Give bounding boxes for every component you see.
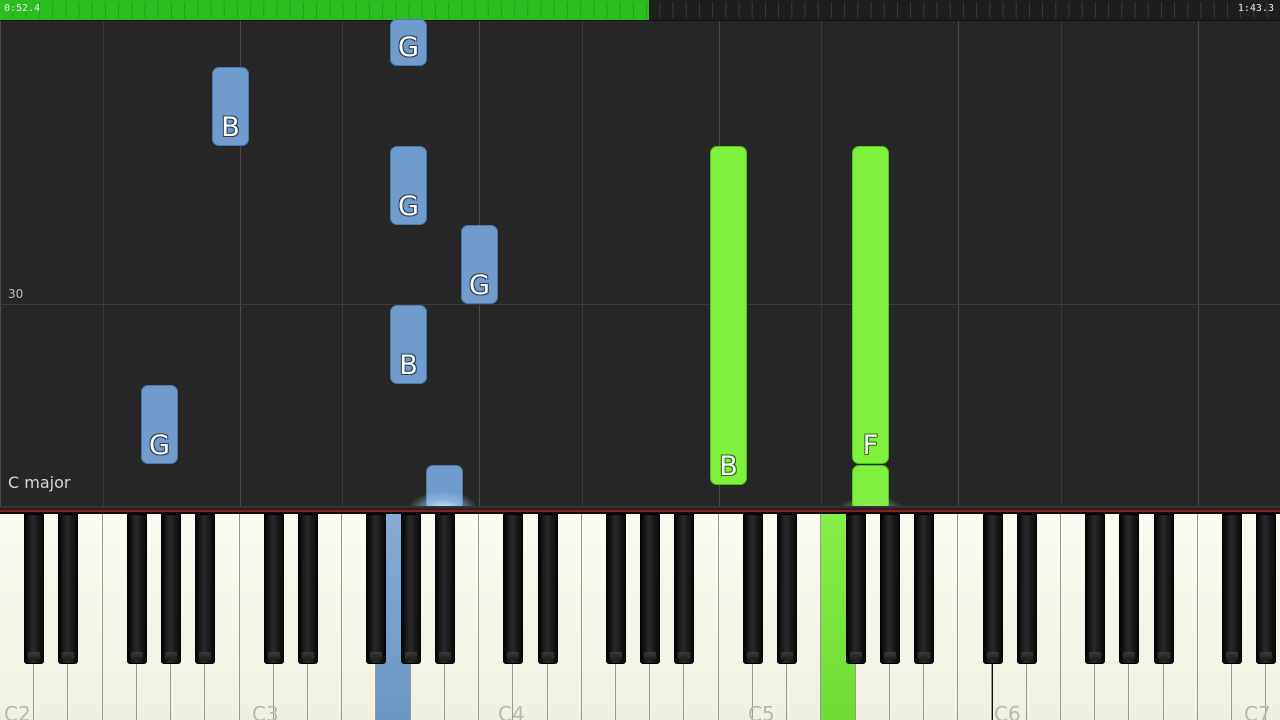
octave-label: C3 [252, 702, 279, 720]
note-label: F [862, 430, 879, 461]
progress-ticks [12, 2, 1268, 18]
black-key-Gsharp2[interactable] [161, 514, 182, 664]
octave-label: C4 [498, 702, 525, 720]
falling-note: B [710, 146, 747, 485]
octave-label: C2 [4, 702, 31, 720]
black-key-Fsharp3[interactable] [366, 514, 387, 664]
black-key-Dsharp4[interactable] [537, 514, 558, 664]
black-key-Fsharp2[interactable] [126, 514, 147, 664]
measure-number: 30 [8, 287, 24, 301]
note-label: B [719, 451, 738, 482]
octave-label: C7 [1244, 702, 1271, 720]
black-key-Dsharp6[interactable] [1016, 514, 1037, 664]
current-time: 0:52.4 [4, 3, 41, 14]
falling-note: G [390, 19, 427, 66]
black-key-Dsharp2[interactable] [58, 514, 79, 664]
black-key-Fsharp4[interactable] [606, 514, 627, 664]
falling-note: B [212, 67, 249, 146]
falling-note: B [390, 305, 427, 384]
gridline [0, 21, 1, 506]
gridline [958, 21, 959, 506]
total-time: 1:43.3 [1237, 3, 1274, 14]
keyboard-top-rail [0, 506, 1280, 512]
black-key-Csharp6[interactable] [982, 514, 1003, 664]
black-key-Dsharp3[interactable] [298, 514, 319, 664]
gridline [821, 21, 822, 506]
falling-note: F [852, 146, 889, 464]
black-key-Dsharp7[interactable] [1256, 514, 1277, 664]
black-key-Asharp4[interactable] [674, 514, 695, 664]
key-signature: C major [8, 473, 71, 492]
black-key-Gsharp5[interactable] [879, 514, 900, 664]
black-key-Csharp2[interactable] [24, 514, 45, 664]
black-key-Dsharp5[interactable] [777, 514, 798, 664]
progress-bar[interactable]: 0:52.4 1:43.3 [0, 0, 1280, 21]
octave-label: C5 [748, 702, 775, 720]
black-key-Csharp5[interactable] [742, 514, 763, 664]
black-key-Asharp3[interactable] [434, 514, 455, 664]
note-label: G [469, 270, 490, 301]
falling-note: G [141, 385, 178, 464]
black-key-Fsharp5[interactable] [845, 514, 866, 664]
black-key-Gsharp4[interactable] [640, 514, 661, 664]
note-label: B [221, 112, 240, 143]
gridline [1061, 21, 1062, 506]
black-key-Csharp4[interactable] [503, 514, 524, 664]
measure-line [0, 304, 1280, 305]
note-label: B [399, 350, 418, 381]
note-label: G [398, 191, 419, 222]
gridline [1198, 21, 1199, 506]
black-key-Gsharp3[interactable] [400, 514, 421, 664]
falling-note: G [390, 146, 427, 225]
note-label: G [149, 430, 170, 461]
black-key-Fsharp6[interactable] [1085, 514, 1106, 664]
black-key-Asharp5[interactable] [914, 514, 935, 664]
black-key-Asharp6[interactable] [1153, 514, 1174, 664]
gridline [582, 21, 583, 506]
synthesia-player: 0:52.4 1:43.3 30 C major G B G G B G B F… [0, 0, 1280, 720]
falling-note: G [461, 225, 498, 304]
black-key-Csharp7[interactable] [1222, 514, 1243, 664]
gridline [103, 21, 104, 506]
black-key-Csharp3[interactable] [263, 514, 284, 664]
black-key-Asharp2[interactable] [195, 514, 216, 664]
octave-label: C6 [994, 702, 1021, 720]
piano-keyboard[interactable]: C2 C3 C4 C5 C6 C7 [0, 506, 1280, 720]
gridline [342, 21, 343, 506]
note-label: G [398, 32, 419, 63]
note-roll: 30 C major G B G G B G B F [0, 19, 1280, 535]
black-key-Gsharp6[interactable] [1119, 514, 1140, 664]
